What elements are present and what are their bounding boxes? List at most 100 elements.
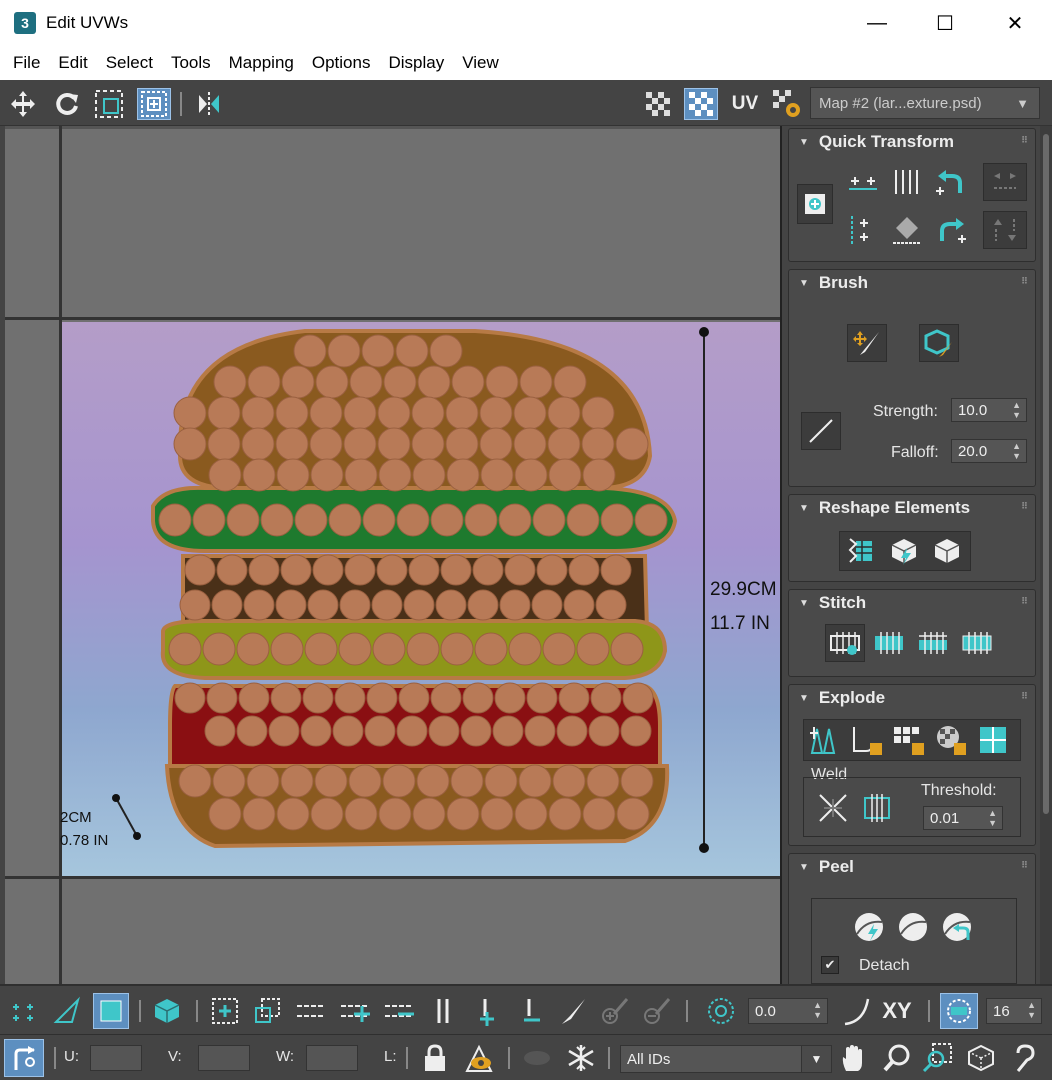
uv-vertex-cluster[interactable] [248,554,280,586]
uv-vertex-cluster[interactable] [361,334,395,368]
uv-vertex-cluster[interactable] [416,764,450,798]
uv-vertex-cluster[interactable] [173,396,207,430]
uv-vertex-cluster[interactable] [213,365,247,399]
flatten-icon[interactable] [973,721,1013,759]
uv-vertex-cluster[interactable] [294,503,328,537]
uv-vertex-cluster[interactable] [307,589,339,621]
uv-vertex-cluster[interactable] [595,589,627,621]
uv-vertex-cluster[interactable] [396,503,430,537]
menu-display[interactable]: Display [381,53,451,73]
uv-vertex-cluster[interactable] [378,797,412,831]
close-button[interactable]: ✕ [980,0,1050,46]
uv-vertex-cluster[interactable] [620,715,652,747]
align-to-edge-icon[interactable] [887,211,927,249]
uv-vertex-cluster[interactable] [411,396,445,430]
menu-file[interactable]: File [6,53,47,73]
uv-vertex-cluster[interactable] [312,554,344,586]
uv-vertex-cluster[interactable] [309,396,343,430]
scrollbar-thumb[interactable] [1043,134,1049,814]
uv-vertex-cluster[interactable] [275,396,309,430]
uv-vertex-cluster[interactable] [344,458,378,492]
uv-vertex-cluster[interactable] [302,682,334,714]
uv-vertex-cluster[interactable] [581,396,615,430]
checker-pattern-icon[interactable] [641,88,675,120]
uv-vertex-cluster[interactable] [406,632,440,666]
rotate-right-icon[interactable] [983,211,1027,249]
reset-peel-icon[interactable] [937,908,977,946]
uv-vertex-cluster[interactable] [260,503,294,537]
uv-viewport[interactable]: 29.9CM 11.7 IN 2CM 0.78 IN [5,126,782,984]
uv-vertex-cluster[interactable] [480,458,514,492]
menu-mapping[interactable]: Mapping [222,53,301,73]
quick-peel-icon[interactable] [849,908,889,946]
menu-select[interactable]: Select [99,53,160,73]
uv-vertex-cluster[interactable] [334,682,366,714]
uv-vertex-cluster[interactable] [494,682,526,714]
ring-grow-icon[interactable] [338,994,372,1028]
uv-vertex-cluster[interactable] [179,589,211,621]
uv-vertex-cluster[interactable] [563,589,595,621]
brush-header[interactable]: ▼ Brush ⠿ [789,270,1035,296]
ring-select-icon[interactable] [294,994,328,1028]
uv-vertex-cluster[interactable] [281,365,315,399]
uv-vertex-cluster[interactable] [178,764,212,798]
uv-vertex-cluster[interactable] [174,682,206,714]
uv-vertex-cluster[interactable] [408,554,440,586]
uv-vertex-cluster[interactable] [314,764,348,798]
paint-select-icon[interactable] [556,994,590,1028]
uv-vertex-cluster[interactable] [192,503,226,537]
uv-vertex-cluster[interactable] [588,715,620,747]
uv-vertex-cluster[interactable] [440,554,472,586]
uv-vertex-cluster[interactable] [204,715,236,747]
spinner-arrows-icon[interactable]: ▲ ▼ [1012,441,1021,461]
uv-vertex-cluster[interactable] [430,503,464,537]
uv-vertex-cluster[interactable] [270,632,304,666]
uv-vertex-cluster[interactable] [553,365,587,399]
break-by-uv-icon[interactable] [931,721,971,759]
falloff-distance-spinner[interactable]: 0.0 ▲ ▼ [748,998,828,1024]
relax-icon[interactable] [884,532,924,570]
uv-vertex-cluster[interactable] [280,764,314,798]
uv-vertex-cluster[interactable] [280,554,312,586]
uv-vertex-cluster[interactable] [382,764,416,798]
loop-shrink-icon[interactable] [514,994,548,1028]
uv-vertex-cluster[interactable] [480,797,514,831]
uv-vertex-cluster[interactable] [310,458,344,492]
align-vertical-icon[interactable] [843,211,883,249]
material-id-select[interactable]: All IDs ▼ [620,1045,832,1073]
uv-vertex-cluster[interactable] [498,503,532,537]
uv-vertex-cluster[interactable] [338,632,372,666]
peel-header[interactable]: ▼ Peel ⠿ [789,854,1035,880]
uv-vertex-cluster[interactable] [446,458,480,492]
uv-vertex-cluster[interactable] [412,458,446,492]
uv-vertex-cluster[interactable] [566,503,600,537]
uv-vertex-cluster[interactable] [211,589,243,621]
uv-vertex-cluster[interactable] [243,589,275,621]
uv-vertex-cluster[interactable] [216,554,248,586]
uv-vertex-cluster[interactable] [548,797,582,831]
uv-vertex-cluster[interactable] [586,764,620,798]
uv-vertex-cluster[interactable] [339,589,371,621]
uv-vertex-cluster[interactable] [548,458,582,492]
stitch-average-icon[interactable] [913,624,953,662]
uv-vertex-cluster[interactable] [616,797,650,831]
break-by-material-icon[interactable] [889,721,929,759]
straighten-selection-icon[interactable] [841,532,881,570]
uv-vertex-cluster[interactable] [513,427,547,461]
stitch-custom-icon[interactable] [825,624,865,662]
uv-vertex-cluster[interactable] [634,503,668,537]
space-horizontal-icon[interactable] [887,163,927,201]
lock-icon[interactable] [418,1041,452,1075]
uv-vertex-cluster[interactable] [377,396,411,430]
uv-vertex-cluster[interactable] [582,458,616,492]
uv-vertex-cluster[interactable] [371,589,403,621]
relax-brush-icon[interactable] [919,324,959,362]
uv-vertex-cluster[interactable] [396,715,428,747]
loop-grow-icon[interactable] [470,994,504,1028]
uv-vertex-cluster[interactable] [620,764,654,798]
quick-transform-header[interactable]: ▼ Quick Transform ⠿ [789,129,1035,155]
uv-vertex-cluster[interactable] [514,458,548,492]
uv-vertex-cluster[interactable] [556,715,588,747]
uv-vertex-cluster[interactable] [600,503,634,537]
stitch-header[interactable]: ▼ Stitch ⠿ [789,590,1035,616]
